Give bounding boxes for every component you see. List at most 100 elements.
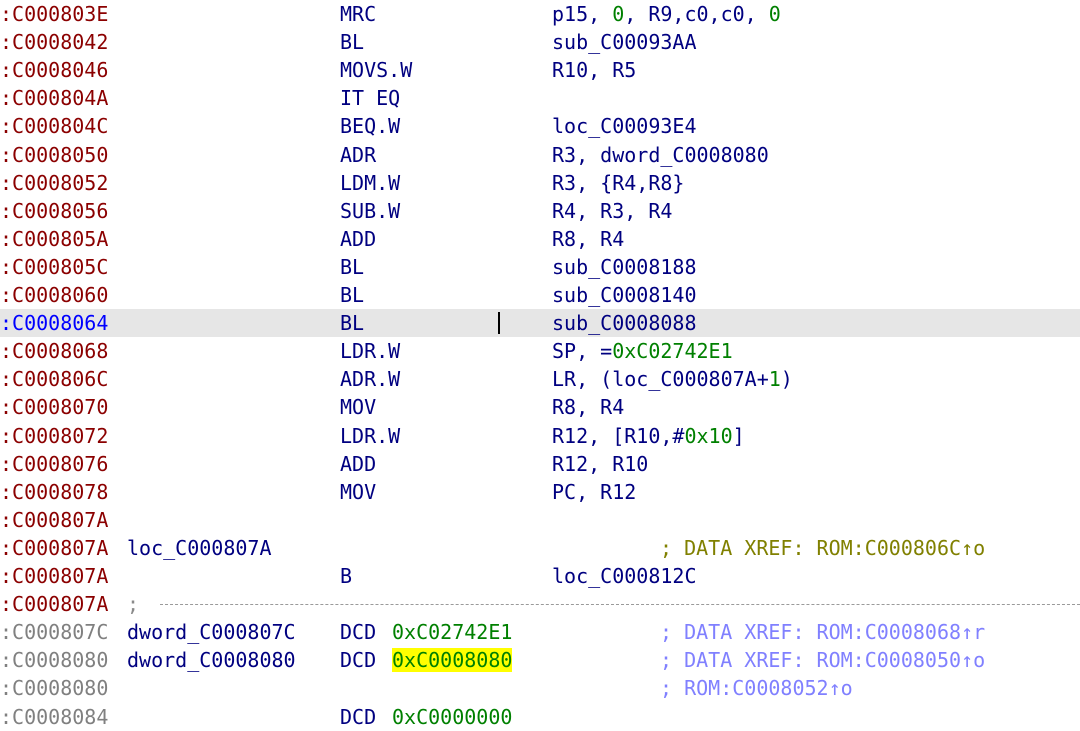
listing-line[interactable]: :C0008076 ADD R12, R10 bbox=[0, 450, 1080, 478]
mnemonic[interactable]: BEQ.W bbox=[340, 112, 400, 140]
operands[interactable]: sub_C0008140 bbox=[552, 281, 697, 309]
listing-line[interactable]: :C000804C BEQ.W loc_C00093E4 bbox=[0, 112, 1080, 140]
mnemonic[interactable]: MOV bbox=[340, 478, 376, 506]
mnemonic[interactable]: BL bbox=[340, 28, 364, 56]
operands[interactable]: 0xC02742E1 bbox=[392, 618, 512, 646]
mnemonic[interactable]: BL bbox=[340, 253, 364, 281]
operands[interactable]: R4, R3, R4 bbox=[552, 197, 672, 225]
operand-text[interactable]: ) bbox=[781, 367, 793, 391]
mnemonic[interactable]: SUB.W bbox=[340, 197, 400, 225]
listing-line[interactable]: :C0008052 LDM.W R3, {R4,R8} bbox=[0, 169, 1080, 197]
listing-line[interactable]: :C000804A IT EQ bbox=[0, 84, 1080, 112]
operand-number[interactable]: 0xC02742E1 bbox=[392, 620, 512, 644]
operands[interactable]: R8, R4 bbox=[552, 225, 624, 253]
address[interactable]: :C0008080 bbox=[0, 674, 108, 702]
operands[interactable]: R12, [R10,#0x10] bbox=[552, 422, 745, 450]
operand-text[interactable]: PC, R12 bbox=[552, 480, 636, 504]
mnemonic[interactable]: ADD bbox=[340, 225, 376, 253]
operand-text[interactable]: sub_C0008088 bbox=[552, 311, 697, 335]
operand-text[interactable]: R8, R4 bbox=[552, 395, 624, 419]
operands[interactable]: 0xC0008080 bbox=[392, 646, 513, 674]
listing-line[interactable]: :C0008070 MOV R8, R4 bbox=[0, 393, 1080, 421]
address[interactable]: :C000803E bbox=[0, 0, 108, 28]
xref-comment[interactable]: ; DATA XREF: ROM:C0008050↑o bbox=[660, 646, 985, 674]
address[interactable]: :C000806C bbox=[0, 365, 108, 393]
operand-number[interactable]: 0x10 bbox=[684, 424, 732, 448]
mnemonic[interactable]: BL bbox=[340, 281, 364, 309]
listing-line[interactable]: :C0008068 LDR.W SP, =0xC02742E1 bbox=[0, 337, 1080, 365]
listing-line[interactable]: :C000807A loc_C000807A ; DATA XREF: ROM:C0… bbox=[0, 534, 1080, 562]
listing-line[interactable]: :C0008084 DCD 0xC0000000 bbox=[0, 703, 1080, 731]
operands[interactable]: sub_C00093AA bbox=[552, 28, 697, 56]
listing-line[interactable]: :C000807A; bbox=[0, 590, 1080, 618]
xref-comment[interactable]: ; DATA XREF: ROM:C000806C↑o bbox=[660, 534, 985, 562]
listing-line[interactable]: :C0008078 MOV PC, R12 bbox=[0, 478, 1080, 506]
mnemonic[interactable]: DCD bbox=[340, 646, 376, 674]
address[interactable]: :C000807C bbox=[0, 618, 108, 646]
address[interactable]: :C0008080 bbox=[0, 646, 108, 674]
mnemonic[interactable]: IT EQ bbox=[340, 84, 400, 112]
operand-text[interactable]: R8, R4 bbox=[552, 227, 624, 251]
listing-line[interactable]: :C0008050 ADR R3, dword_C0008080 bbox=[0, 141, 1080, 169]
label-name[interactable]: dword_C0008080 bbox=[127, 646, 296, 674]
address[interactable]: :C0008076 bbox=[0, 450, 108, 478]
listing-line[interactable]: :C000806C ADR.W LR, (loc_C000807A+1) bbox=[0, 365, 1080, 393]
address[interactable]: :C0008084 bbox=[0, 703, 108, 731]
address[interactable]: :C000807A bbox=[0, 590, 108, 618]
listing-line[interactable]: :C0008080 dword_C0008080 DCD 0xC0008080 ; DA… bbox=[0, 646, 1080, 674]
mnemonic[interactable]: MRC bbox=[340, 0, 376, 28]
listing-line[interactable]: :C0008042 BL sub_C00093AA bbox=[0, 28, 1080, 56]
listing-line[interactable]: :C0008056 SUB.W R4, R3, R4 bbox=[0, 197, 1080, 225]
listing-line[interactable]: :C0008046 MOVS.W R10, R5 bbox=[0, 56, 1080, 84]
listing-line[interactable]: :C000805C BL sub_C0008188 bbox=[0, 253, 1080, 281]
operands[interactable]: loc_C000812C bbox=[552, 562, 697, 590]
mnemonic[interactable]: B bbox=[340, 562, 352, 590]
operands[interactable]: R3, dword_C0008080 bbox=[552, 141, 769, 169]
mnemonic[interactable]: DCD bbox=[340, 618, 376, 646]
address[interactable]: :C0008052 bbox=[0, 169, 108, 197]
operands[interactable]: R3, {R4,R8} bbox=[552, 169, 684, 197]
address[interactable]: :C0008042 bbox=[0, 28, 108, 56]
operand-text[interactable]: sub_C00093AA bbox=[552, 30, 697, 54]
operands[interactable]: R8, R4 bbox=[552, 393, 624, 421]
address[interactable]: :C0008078 bbox=[0, 478, 108, 506]
listing-line[interactable]: :C000807A Bloc_C000812C bbox=[0, 562, 1080, 590]
operand-text[interactable]: R12, [R10,# bbox=[552, 424, 684, 448]
address[interactable]: :C0008060 bbox=[0, 281, 108, 309]
xref-comment[interactable]: ; ROM:C0008052↑o bbox=[660, 674, 853, 702]
address[interactable]: :C000807A bbox=[0, 534, 108, 562]
mnemonic[interactable]: BL bbox=[340, 309, 364, 337]
address[interactable]: :C000805C bbox=[0, 253, 108, 281]
operand-text[interactable]: R12, R10 bbox=[552, 452, 648, 476]
operand-text[interactable]: p15, bbox=[552, 2, 612, 26]
operand-text[interactable]: sub_C0008140 bbox=[552, 283, 697, 307]
address[interactable]: :C000805A bbox=[0, 225, 108, 253]
operands[interactable]: SP, =0xC02742E1 bbox=[552, 337, 733, 365]
mnemonic[interactable]: MOV bbox=[340, 393, 376, 421]
operand-number[interactable]: 0 bbox=[769, 2, 781, 26]
address[interactable]: :C000804C bbox=[0, 112, 108, 140]
listing-line[interactable]: :C0008064 BL sub_C0008088 bbox=[0, 309, 1080, 338]
address[interactable]: :C0008068 bbox=[0, 337, 108, 365]
address[interactable]: :C0008050 bbox=[0, 141, 108, 169]
listing-line[interactable]: :C0008080 ; ROM:C0008052↑o bbox=[0, 674, 1080, 702]
listing-line[interactable]: :C000803E MRC p15, 0, R9,c0,c0, 0 bbox=[0, 0, 1080, 28]
operand-text[interactable]: , R9,c0,c0, bbox=[624, 2, 769, 26]
listing-line[interactable]: :C000807C dword_C000807C DCD 0xC02742E1 ; DA… bbox=[0, 618, 1080, 646]
address[interactable]: :C000807A bbox=[0, 562, 108, 590]
address[interactable]: :C0008070 bbox=[0, 393, 108, 421]
operand-text[interactable]: R10, R5 bbox=[552, 58, 636, 82]
label-name[interactable]: loc_C000807A bbox=[127, 534, 272, 562]
operand-number[interactable]: 0xC0000000 bbox=[392, 705, 512, 729]
address[interactable]: :C0008072 bbox=[0, 422, 108, 450]
mnemonic[interactable]: ADR.W bbox=[340, 365, 400, 393]
operands[interactable]: sub_C0008188 bbox=[552, 253, 697, 281]
listing-line[interactable]: :C000805A ADD R8, R4 bbox=[0, 225, 1080, 253]
operands[interactable]: R10, R5 bbox=[552, 56, 636, 84]
disassembly-listing[interactable]: :C000803E MRC p15, 0, R9,c0,c0, 0:C0008042… bbox=[0, 0, 1080, 730]
listing-line[interactable]: :C000807A bbox=[0, 506, 1080, 534]
operand-text[interactable]: loc_C00093E4 bbox=[552, 114, 697, 138]
address[interactable]: :C0008046 bbox=[0, 56, 108, 84]
operands[interactable]: sub_C0008088 bbox=[552, 309, 697, 337]
label-name[interactable]: dword_C000807C bbox=[127, 618, 296, 646]
